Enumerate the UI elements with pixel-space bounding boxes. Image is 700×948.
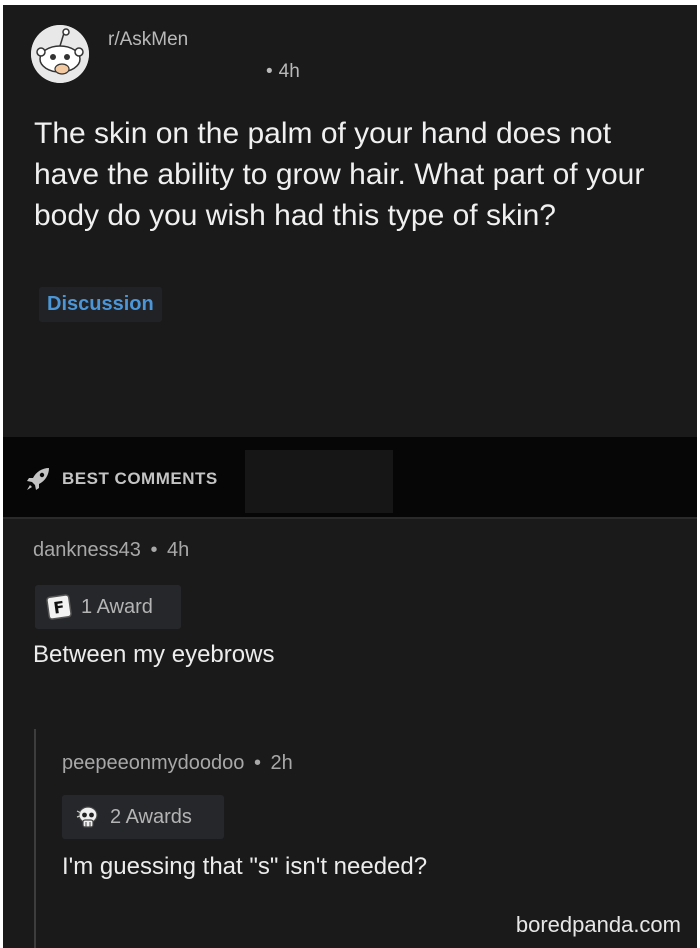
post-time: 4h — [278, 61, 300, 82]
thread-line[interactable] — [34, 729, 36, 948]
snoo-thinking-icon — [31, 25, 89, 83]
award-chip[interactable]: 2 Awards — [62, 795, 224, 839]
comment-time: 4h — [167, 539, 190, 561]
separator-dot: • — [266, 61, 273, 82]
redacted-box — [245, 450, 393, 513]
f-award-icon: F — [46, 594, 72, 620]
post-timestamp: • 4h — [266, 61, 300, 83]
post-flair[interactable]: Discussion — [39, 287, 162, 322]
post-header: r/AskMen • 4h — [31, 25, 697, 85]
separator-dot: • — [150, 539, 158, 561]
rocket-icon — [27, 468, 49, 490]
award-chip[interactable]: F 1 Award — [35, 585, 181, 629]
watermark: boredpanda.com — [515, 912, 681, 937]
comment-time: 2h — [270, 752, 293, 774]
comment-body: Between my eyebrows — [33, 641, 275, 668]
subreddit-name[interactable]: r/AskMen — [108, 29, 188, 51]
post-title[interactable]: The skin on the palm of your hand does n… — [34, 113, 674, 236]
separator-dot: • — [253, 752, 261, 774]
skull-award-icon — [76, 806, 98, 828]
divider — [3, 517, 697, 519]
comment-author[interactable]: peepeeonmydoodoo — [62, 752, 244, 774]
award-count: 1 Award — [81, 595, 153, 618]
comment-meta: dankness43 • 4h — [33, 539, 189, 562]
reddit-post-screen: r/AskMen • 4h The skin on the palm of you… — [3, 5, 697, 948]
subreddit-avatar[interactable] — [31, 25, 89, 83]
comment-author[interactable]: dankness43 — [33, 539, 141, 561]
sort-label[interactable]: BEST COMMENTS — [62, 469, 218, 489]
comment-body: I'm guessing that "s" isn't needed? — [62, 853, 428, 880]
award-count: 2 Awards — [110, 805, 192, 828]
comment-sort-bar[interactable]: BEST COMMENTS — [3, 437, 697, 517]
comment-meta: peepeeonmydoodoo • 2h — [62, 752, 293, 775]
